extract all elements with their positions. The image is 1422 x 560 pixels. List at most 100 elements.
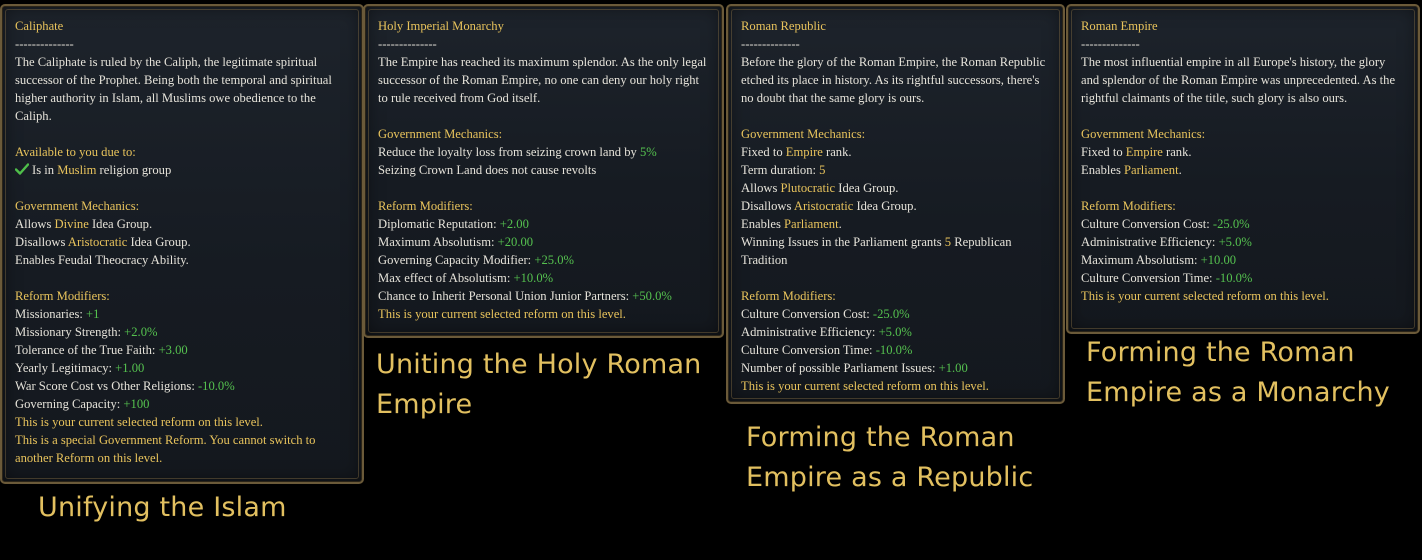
tooltip-title: Caliphate	[15, 19, 64, 33]
tooltip-description: The most influential empire in all Europ…	[1081, 55, 1396, 105]
modifier-row: Governing Capacity Modifier: +25.0%	[378, 251, 710, 269]
modifier-label: Governing Capacity:	[15, 397, 124, 411]
modifier-row: Tolerance of the True Faith: +3.00	[15, 341, 350, 359]
frame-corner	[1411, 325, 1418, 332]
mechanic-text: Term duration:	[741, 163, 820, 177]
caption-roman-republic: Forming the Roman Empire as a Republic	[746, 422, 1034, 493]
modifier-row: Chance to Inherit Personal Union Junior …	[378, 287, 710, 305]
frame-corner	[715, 329, 722, 336]
modifier-row: Culture Conversion Cost: -25.0%	[741, 305, 1051, 323]
condition-highlight: Muslim	[57, 163, 97, 177]
frame-corner	[365, 329, 372, 336]
modifier-label: Administrative Efficiency:	[741, 325, 879, 339]
mechanic-highlight: 5%	[639, 145, 657, 159]
tooltip-divider: --------------	[741, 37, 800, 51]
mechanic-text: Allows	[741, 181, 781, 195]
current-reform-note: This is your current selected reform on …	[741, 379, 989, 393]
tooltip-divider: --------------	[15, 37, 74, 51]
modifier-row: Diplomatic Reputation: +2.00	[378, 215, 710, 233]
frame-corner	[365, 6, 372, 13]
mechanic-line: Winning Issues in the Parliament grants …	[741, 233, 1051, 269]
mechanic-highlight: Empire	[1125, 145, 1163, 159]
modifiers-heading: Reform Modifiers:	[1081, 199, 1176, 213]
modifier-label: Culture Conversion Cost:	[741, 307, 873, 321]
modifier-value: +25.0%	[534, 253, 574, 267]
modifier-value: +3.00	[158, 343, 188, 357]
tooltip-caliphate: Caliphate -------------- The Caliphate i…	[0, 4, 364, 484]
modifier-row: Governing Capacity: +100	[15, 395, 350, 413]
frame-corner	[2, 475, 9, 482]
modifier-value: -25.0%	[1212, 217, 1250, 231]
modifier-label: Missionaries:	[15, 307, 87, 321]
modifier-label: Culture Conversion Time:	[741, 343, 876, 357]
modifier-value: +5.0%	[1218, 235, 1252, 249]
modifier-row: Maximum Absolutism: +10.00	[1081, 251, 1406, 269]
modifier-label: Chance to Inherit Personal Union Junior …	[378, 289, 633, 303]
modifier-label: Number of possible Parliament Issues:	[741, 361, 939, 375]
mechanic-line: Fixed to Empire rank.	[741, 143, 1051, 161]
modifier-label: Max effect of Absolutism:	[378, 271, 514, 285]
modifier-label: Culture Conversion Cost:	[1081, 217, 1213, 231]
modifier-value: -10.0%	[197, 379, 235, 393]
modifier-row: Missionary Strength: +2.0%	[15, 323, 350, 341]
mechanic-text: Idea Group.	[88, 217, 153, 231]
mechanic-text: Idea Group.	[835, 181, 899, 195]
caption-caliphate: Unifying the Islam	[38, 492, 287, 523]
mechanic-text: Idea Group.	[853, 199, 917, 213]
mechanic-line: Fixed to Empire rank.	[1081, 143, 1406, 161]
frame-corner	[1411, 6, 1418, 13]
current-reform-note: This is your current selected reform on …	[1081, 289, 1329, 303]
modifier-label: Yearly Legitimacy:	[15, 361, 116, 375]
mechanic-text: Allows	[15, 217, 55, 231]
mechanic-line: Reduce the loyalty loss from seizing cro…	[378, 143, 710, 161]
available-condition: Is in Muslim religion group	[15, 161, 350, 179]
frame-corner	[2, 6, 9, 13]
modifiers-heading: Reform Modifiers:	[378, 199, 473, 213]
available-heading: Available to you due to:	[15, 145, 136, 159]
modifier-value: +1.00	[938, 361, 968, 375]
modifier-row: Administrative Efficiency: +5.0%	[1081, 233, 1406, 251]
frame-corner	[1056, 395, 1063, 402]
tooltip-holy-imperial-monarchy: Holy Imperial Monarchy -------------- Th…	[363, 4, 724, 338]
modifier-value: +1	[86, 307, 100, 321]
mechanic-text: Fixed to	[741, 145, 786, 159]
mechanic-highlight: Aristocratic	[793, 199, 854, 213]
modifier-value: -10.0%	[875, 343, 913, 357]
modifier-label: Missionary Strength:	[15, 325, 125, 339]
tooltip-title: Roman Empire	[1081, 19, 1158, 33]
mechanic-line: Term duration: 5	[741, 161, 1051, 179]
modifier-value: +5.0%	[878, 325, 912, 339]
modifier-value: -25.0%	[872, 307, 910, 321]
modifier-row: Missionaries: +1	[15, 305, 350, 323]
modifier-value: +1.00	[115, 361, 145, 375]
tooltip-title: Roman Republic	[741, 19, 826, 33]
mechanic-line: Enables Feudal Theocracy Ability.	[15, 253, 189, 267]
mechanic-text: rank.	[1162, 145, 1192, 159]
modifier-value: +2.00	[499, 217, 529, 231]
mechanic-line: Enables Parliament.	[1081, 161, 1406, 179]
mechanics-heading: Government Mechanics:	[741, 127, 866, 141]
mechanic-text: Disallows	[741, 199, 794, 213]
modifier-label: Diplomatic Reputation:	[378, 217, 500, 231]
condition-text: Is in	[32, 163, 58, 177]
mechanics-heading: Government Mechanics:	[1081, 127, 1206, 141]
modifiers-heading: Reform Modifiers:	[15, 289, 110, 303]
mechanic-highlight: Plutocratic	[780, 181, 836, 195]
modifier-row: Maximum Absolutism: +20.00	[378, 233, 710, 251]
modifier-value: +10.00	[1200, 253, 1237, 267]
modifier-label: Administrative Efficiency:	[1081, 235, 1219, 249]
modifier-row: Culture Conversion Cost: -25.0%	[1081, 215, 1406, 233]
modifier-label: Governing Capacity Modifier:	[378, 253, 535, 267]
mechanic-highlight: Aristocratic	[67, 235, 128, 249]
modifier-row: Culture Conversion Time: -10.0%	[741, 341, 1051, 359]
mechanic-text: Reduce the loyalty loss from seizing cro…	[378, 145, 640, 159]
modifier-value: +100	[123, 397, 150, 411]
mechanic-line: Seizing Crown Land does not cause revolt…	[378, 163, 597, 177]
tooltip-title: Holy Imperial Monarchy	[378, 19, 504, 33]
mechanic-highlight: Parliament	[784, 217, 839, 231]
mechanics-heading: Government Mechanics:	[15, 199, 140, 213]
caption-holy-imperial: Uniting the Holy Roman Empire	[376, 349, 702, 420]
mechanic-text: .	[838, 217, 842, 231]
modifier-row: Max effect of Absolutism: +10.0%	[378, 269, 710, 287]
tooltip-description: The Empire has reached its maximum splen…	[378, 55, 707, 105]
